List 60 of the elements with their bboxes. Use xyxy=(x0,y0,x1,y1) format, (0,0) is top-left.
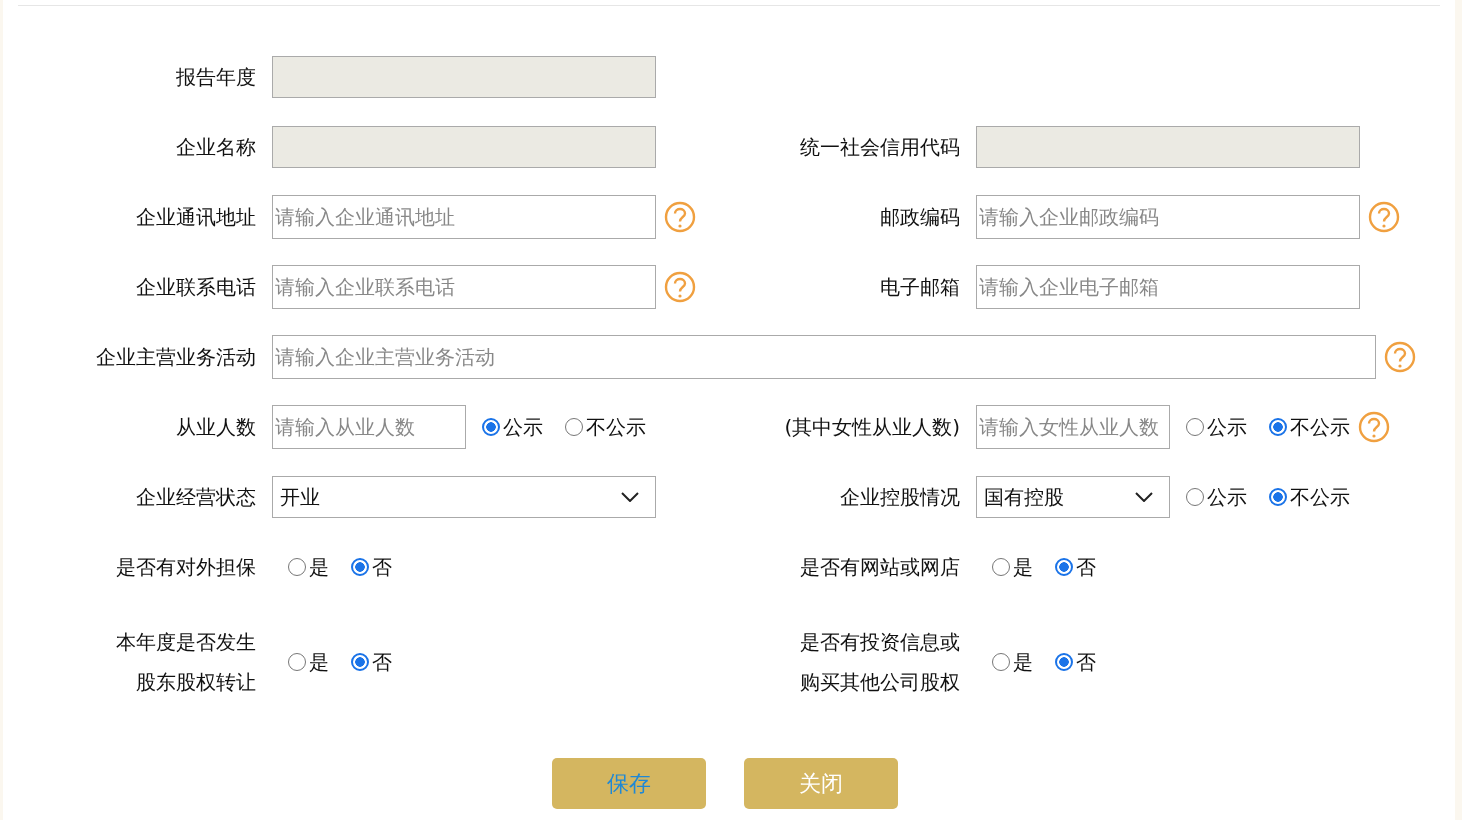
help-icon[interactable] xyxy=(1358,411,1390,443)
radio-button[interactable] xyxy=(288,653,306,671)
help-icon[interactable] xyxy=(664,201,696,233)
radio-label: 否 xyxy=(372,553,392,581)
field-label: 从业人数 xyxy=(176,414,256,441)
input-field[interactable]: 请输入企业联系电话 xyxy=(272,265,656,309)
radio-label: 是 xyxy=(309,553,329,581)
field-label: 企业主营业务活动 xyxy=(96,344,256,371)
radio-label: 否 xyxy=(1076,648,1096,676)
input-field[interactable]: 请输入女性从业人数 xyxy=(976,405,1170,449)
input-field[interactable]: 请输入企业电子邮箱 xyxy=(976,265,1360,309)
radio-label: 不公示 xyxy=(586,413,646,441)
field-label: 统一社会信用代码 xyxy=(800,134,960,161)
radio-label: 公示 xyxy=(1207,413,1247,441)
radio-label: 是 xyxy=(1013,648,1033,676)
input-field[interactable]: 请输入企业主营业务活动 xyxy=(272,335,1376,379)
field-label: (其中女性从业人数) xyxy=(784,414,960,441)
radio-button[interactable] xyxy=(1269,418,1287,436)
select-field[interactable]: 开业 xyxy=(272,476,656,518)
field-label: 企业联系电话 xyxy=(136,274,256,301)
radio-label: 公示 xyxy=(503,413,543,441)
radio-button[interactable] xyxy=(1186,488,1204,506)
radio-label: 是 xyxy=(1013,553,1033,581)
field-label: 是否有网站或网店 xyxy=(800,554,960,581)
input-field[interactable]: 请输入企业邮政编码 xyxy=(976,195,1360,239)
radio-label: 公示 xyxy=(1207,483,1247,511)
field-label: 企业通讯地址 xyxy=(136,204,256,231)
radio-label: 否 xyxy=(372,648,392,676)
field-label: 是否有对外担保 xyxy=(116,554,256,581)
radio-button[interactable] xyxy=(992,653,1010,671)
field-label: 企业经营状态 xyxy=(136,484,256,511)
radio-button[interactable] xyxy=(351,653,369,671)
radio-button[interactable] xyxy=(351,558,369,576)
radio-button[interactable] xyxy=(482,418,500,436)
radio-label: 不公示 xyxy=(1290,413,1350,441)
field-label: 企业名称 xyxy=(176,134,256,161)
field-label: 报告年度 xyxy=(176,64,256,91)
help-icon[interactable] xyxy=(664,271,696,303)
input-field[interactable]: 请输入企业通讯地址 xyxy=(272,195,656,239)
radio-button[interactable] xyxy=(1186,418,1204,436)
field-label: 邮政编码 xyxy=(880,204,960,231)
radio-button[interactable] xyxy=(288,558,306,576)
help-icon[interactable] xyxy=(1384,341,1416,373)
radio-label: 不公示 xyxy=(1290,483,1350,511)
input-field[interactable]: 请输入从业人数 xyxy=(272,405,466,449)
radio-button[interactable] xyxy=(1055,653,1073,671)
chevron-down-icon xyxy=(1135,492,1153,502)
field-label: 企业控股情况 xyxy=(840,484,960,511)
radio-button[interactable] xyxy=(1269,488,1287,506)
radio-button[interactable] xyxy=(1055,558,1073,576)
select-field[interactable]: 国有控股 xyxy=(976,476,1170,518)
radio-button[interactable] xyxy=(992,558,1010,576)
radio-label: 否 xyxy=(1076,553,1096,581)
radio-label: 是 xyxy=(309,648,329,676)
field-label: 电子邮箱 xyxy=(880,274,960,301)
chevron-down-icon xyxy=(621,492,639,502)
field-label: 本年度是否发生股东股权转让 xyxy=(115,629,256,696)
radio-button[interactable] xyxy=(565,418,583,436)
field-label: 是否有投资信息或购买其他公司股权 xyxy=(799,629,960,696)
help-icon[interactable] xyxy=(1368,201,1400,233)
